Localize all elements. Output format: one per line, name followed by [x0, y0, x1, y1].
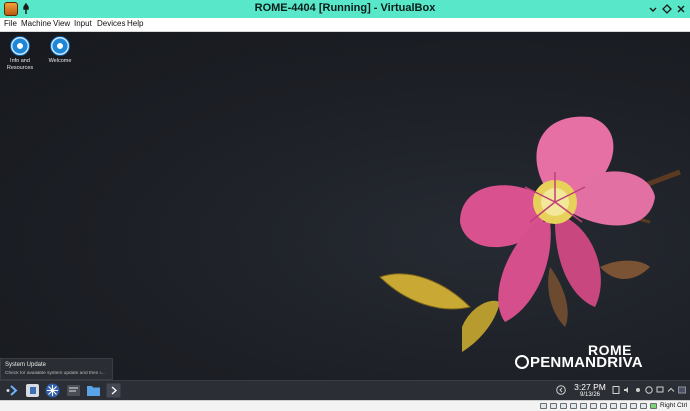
menu-devices[interactable]: Devices [97, 19, 125, 28]
info-icon [10, 36, 30, 56]
clipboard-icon[interactable] [612, 386, 620, 394]
brightness-icon[interactable] [634, 386, 642, 394]
vt-x-icon[interactable] [620, 403, 627, 409]
usb-icon[interactable] [580, 403, 587, 409]
menu-help[interactable]: Help [127, 19, 143, 28]
clock[interactable]: 3:27 PM 9/13/26 [570, 382, 610, 399]
host-key-label: Right Ctrl [660, 402, 688, 409]
vm-status-bar: Right Ctrl [0, 400, 690, 411]
notification-title: System Update [5, 362, 47, 368]
openmandriva-logo-icon [515, 355, 529, 369]
window-title: ROME-4404 [Running] - VirtualBox [254, 2, 436, 14]
menu-machine[interactable]: Machine [21, 19, 51, 28]
menu-input[interactable]: Input [74, 19, 92, 28]
wallpaper-flower [379, 116, 681, 352]
optical-drive-icon[interactable] [550, 403, 557, 409]
notification-popup[interactable]: System Update Check for available system… [0, 358, 113, 380]
file-manager-icon[interactable] [86, 383, 101, 398]
notification-body: Check for available system update and th… [5, 371, 105, 376]
taskbar: 3:27 PM 9/13/26 [0, 380, 690, 400]
menu-view[interactable]: View [53, 19, 70, 28]
desktop-icon-welcome[interactable]: Welcome [40, 34, 80, 65]
mouse-integration-icon[interactable] [630, 403, 637, 409]
minimize-icon[interactable] [647, 3, 659, 15]
desktop-icon-label: Info and [10, 58, 30, 64]
terminal-icon[interactable] [66, 383, 81, 398]
clock-time: 3:27 PM [574, 382, 606, 392]
display-icon[interactable] [600, 403, 607, 409]
shared-folders-icon[interactable] [590, 403, 597, 409]
app-launcher-icon[interactable] [4, 383, 19, 398]
audio-icon[interactable] [560, 403, 567, 409]
discover-icon[interactable] [25, 383, 40, 398]
desktop-icon-label: Welcome [48, 58, 72, 64]
show-more-icon[interactable] [106, 383, 121, 398]
clock-date: 9/13/26 [579, 392, 601, 398]
network-icon[interactable] [656, 386, 664, 394]
keyboard-capture-icon[interactable] [640, 403, 647, 409]
host-key-status-icon[interactable] [650, 403, 657, 409]
desktop-icon-info[interactable]: Info and Resources [0, 34, 40, 72]
wallpaper-brand-text: PENMANDRIVA [530, 354, 643, 371]
volume-icon[interactable] [623, 386, 631, 394]
recording-icon[interactable] [610, 403, 617, 409]
settings-icon[interactable] [45, 383, 60, 398]
menu-bar: File Machine View Input Devices Help [0, 18, 690, 32]
notifications-icon[interactable] [645, 386, 653, 394]
hard-disk-icon[interactable] [540, 403, 547, 409]
desktop-icon-label: Resources [6, 65, 34, 71]
show-desktop-icon[interactable] [678, 386, 686, 394]
desktop[interactable]: Info and Resources Welcome ROME PENMANDR… [0, 32, 690, 380]
window-titlebar[interactable]: ROME-4404 [Running] - VirtualBox [0, 0, 690, 18]
close-icon[interactable] [675, 3, 687, 15]
welcome-icon [50, 36, 70, 56]
back-icon[interactable] [556, 385, 566, 395]
network-adapter-icon[interactable] [570, 403, 577, 409]
expand-tray-icon[interactable] [667, 386, 675, 394]
wallpaper-brand-openmandriva: PENMANDRIVA [515, 354, 643, 371]
maximize-icon[interactable] [661, 3, 673, 15]
menu-file[interactable]: File [4, 19, 17, 28]
